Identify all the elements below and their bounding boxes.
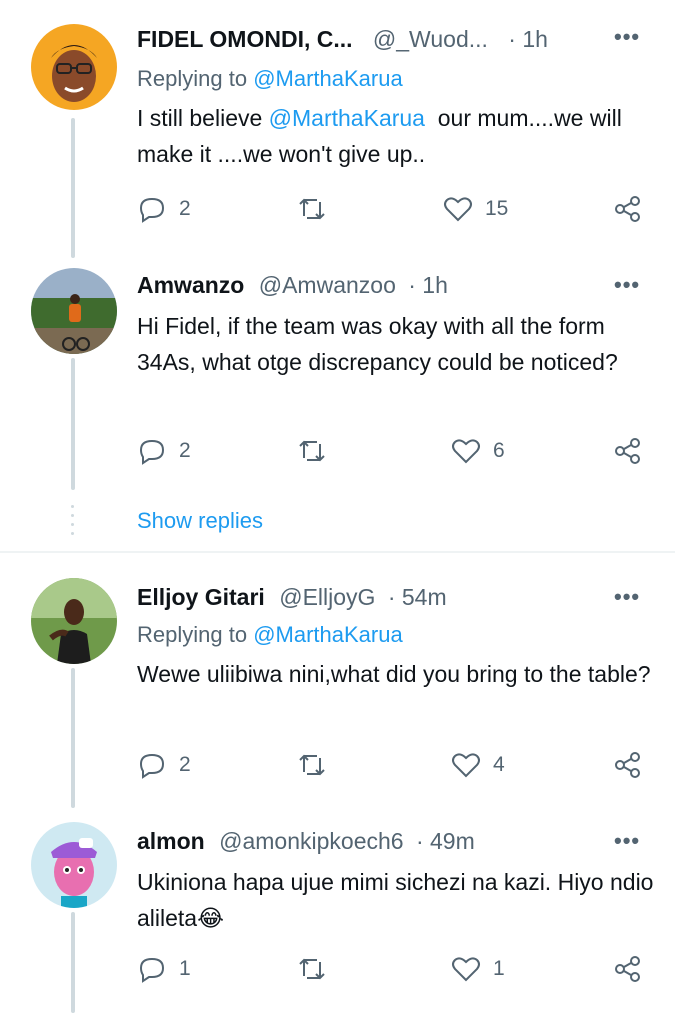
- reply-button[interactable]: 2: [137, 436, 191, 466]
- tweet-header: almon @amonkipkoech6 · 49m: [137, 828, 475, 855]
- retweet-button[interactable]: [297, 436, 339, 466]
- timestamp[interactable]: · 54m: [388, 584, 447, 610]
- tweet-header: Amwanzo @Amwanzoo · 1h: [137, 272, 448, 299]
- replying-mention[interactable]: @MarthaKarua: [253, 66, 403, 91]
- tweet-actions: 2 4: [137, 750, 657, 784]
- user-handle[interactable]: @ElljoyG: [279, 584, 375, 610]
- like-button[interactable]: 15: [443, 194, 508, 224]
- share-button[interactable]: [613, 954, 643, 984]
- share-icon: [615, 956, 640, 982]
- share-icon: [615, 752, 640, 778]
- replying-to: Replying to @MarthaKarua: [137, 622, 403, 648]
- reply-button[interactable]: 1: [137, 954, 191, 984]
- thread-dots: [71, 505, 75, 535]
- tweet-header: Elljoy Gitari @ElljoyG · 54m: [137, 584, 447, 611]
- retweet-button[interactable]: [297, 750, 339, 780]
- share-button[interactable]: [613, 436, 643, 466]
- timestamp[interactable]: · 49m: [416, 828, 475, 854]
- like-count: 6: [493, 439, 505, 462]
- avatar[interactable]: [31, 822, 117, 908]
- share-icon: [615, 438, 640, 464]
- thread-line: [71, 118, 75, 258]
- like-count: 4: [493, 753, 505, 776]
- retweet-button[interactable]: [297, 194, 339, 224]
- reply-icon: [139, 439, 165, 465]
- divider: [0, 551, 675, 553]
- timestamp[interactable]: · 1h: [508, 26, 548, 52]
- heart-icon: [452, 439, 480, 464]
- share-button[interactable]: [613, 194, 643, 224]
- reply-icon: [139, 753, 165, 779]
- display-name[interactable]: almon: [137, 828, 205, 854]
- like-button[interactable]: 6: [451, 436, 505, 466]
- share-icon: [615, 196, 640, 222]
- user-handle[interactable]: @Amwanzoo: [259, 272, 396, 298]
- heart-icon: [444, 197, 472, 222]
- avatar[interactable]: [31, 268, 117, 354]
- display-name[interactable]: Elljoy Gitari: [137, 584, 265, 610]
- tweet-text: Ukiniona hapa ujue mimi sichezi na kazi.…: [137, 869, 654, 931]
- tweet-text: I still believe @MarthaKarua our mum....…: [137, 100, 657, 172]
- like-count: 15: [485, 197, 509, 220]
- like-count: 1: [493, 957, 505, 980]
- heart-icon: [452, 753, 480, 778]
- tweet-text: Hi Fidel, if the team was okay with all …: [137, 313, 618, 375]
- tweet-text: Wewe uliibiwa nini,what did you bring to…: [137, 661, 651, 687]
- display-name[interactable]: Amwanzo: [137, 272, 244, 298]
- more-options-icon[interactable]: •••: [614, 272, 640, 298]
- display-name[interactable]: FIDEL OMONDI, C...: [137, 26, 353, 52]
- tweet-actions: 2 15: [137, 194, 657, 228]
- tweet-header: FIDEL OMONDI, C... @_Wuod... · 1h: [137, 26, 548, 53]
- replying-to: Replying to @MarthaKarua: [137, 66, 403, 92]
- tweet-actions: 1 1: [137, 954, 657, 988]
- more-options-icon[interactable]: •••: [614, 584, 640, 610]
- retweet-icon: [299, 440, 325, 462]
- replying-label: Replying to: [137, 66, 254, 91]
- retweet-icon: [299, 958, 325, 980]
- reply-icon: [139, 197, 165, 223]
- thread-line: [71, 668, 75, 808]
- thread-line: [71, 358, 75, 490]
- like-button[interactable]: 1: [451, 954, 505, 984]
- more-options-icon[interactable]: •••: [614, 24, 640, 50]
- more-options-icon[interactable]: •••: [614, 828, 640, 854]
- heart-icon: [452, 957, 480, 982]
- reply-count: 1: [179, 957, 191, 980]
- mention-link[interactable]: @MarthaKarua: [269, 105, 425, 131]
- tweet-actions: 2 6: [137, 436, 657, 470]
- reply-icon: [139, 957, 165, 983]
- tweet-text-part: I still believe: [137, 105, 269, 131]
- retweet-button[interactable]: [297, 954, 339, 984]
- like-button[interactable]: 4: [451, 750, 505, 780]
- avatar[interactable]: [31, 578, 117, 664]
- retweet-icon: [299, 754, 325, 776]
- reply-count: 2: [179, 439, 191, 462]
- show-replies-link[interactable]: Show replies: [137, 508, 263, 534]
- replying-mention[interactable]: @MarthaKarua: [253, 622, 403, 647]
- avatar[interactable]: [31, 24, 117, 110]
- reply-count: 2: [179, 197, 191, 220]
- share-button[interactable]: [613, 750, 643, 780]
- retweet-icon: [299, 198, 325, 220]
- reply-button[interactable]: 2: [137, 750, 191, 780]
- user-handle[interactable]: @_Wuod...: [373, 26, 488, 52]
- replying-label: Replying to: [137, 622, 254, 647]
- timestamp[interactable]: · 1h: [408, 272, 448, 298]
- user-handle[interactable]: @amonkipkoech6: [219, 828, 403, 854]
- reply-count: 2: [179, 753, 191, 776]
- reply-button[interactable]: 2: [137, 194, 191, 224]
- thread-line: [71, 912, 75, 1013]
